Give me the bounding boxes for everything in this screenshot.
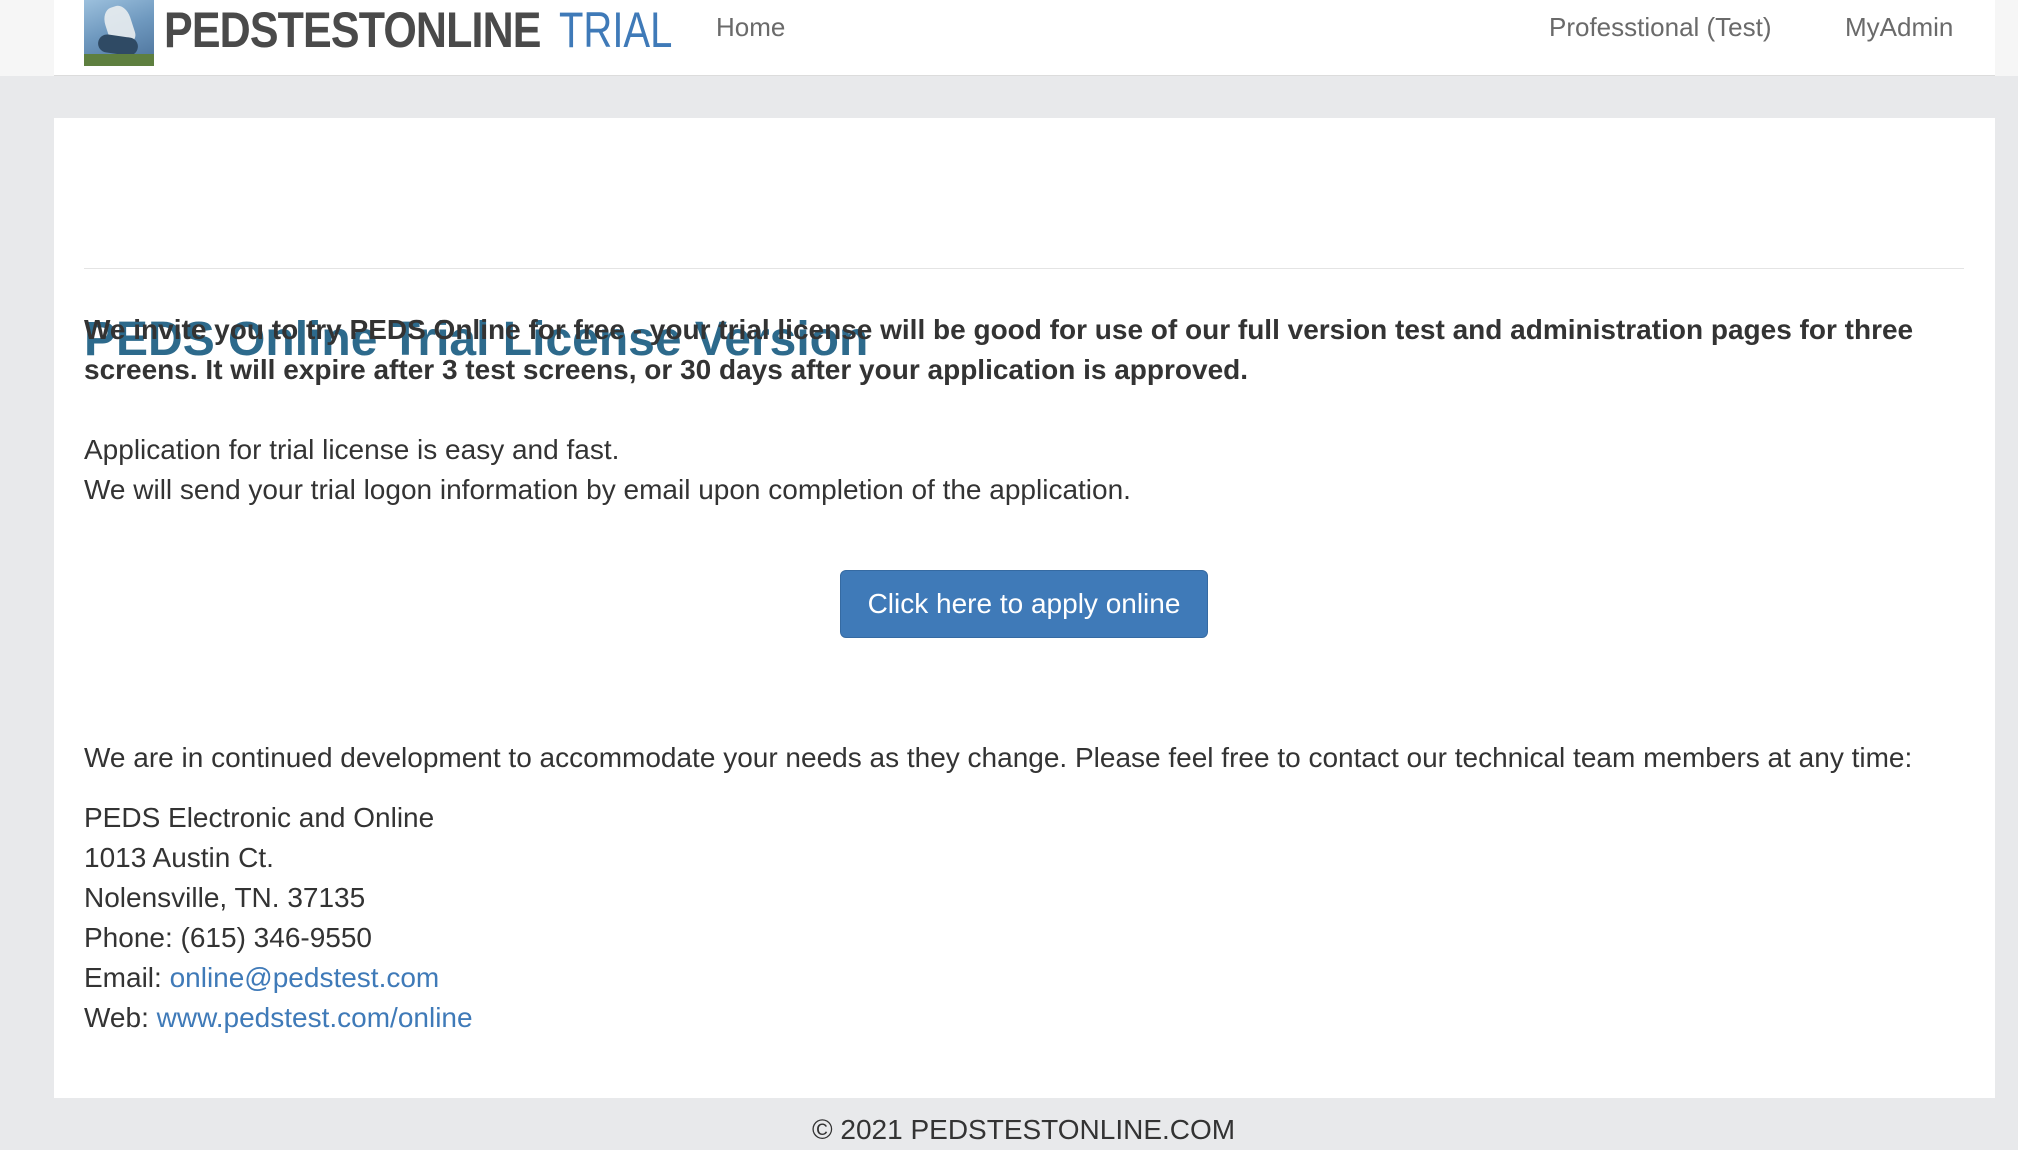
- email-info-text: We will send your trial logon informatio…: [84, 474, 1131, 505]
- intro-text: We invite you to try PEDS Online for fre…: [84, 314, 1914, 385]
- footer-copyright: © 2021 PEDSTESTONLINE.COM: [812, 1114, 1236, 1145]
- contact-email-label: Email:: [84, 962, 170, 993]
- logo-ground: [84, 54, 154, 66]
- brand-trial-label: TRIAL: [559, 2, 673, 58]
- top-navbar: PEDSTESTONLINE TRIAL Home Professtional …: [54, 0, 1995, 76]
- contact-city: Nolensville, TN. 37135: [84, 882, 366, 913]
- contact-org: PEDS Electronic and Online: [84, 802, 435, 833]
- apply-online-button[interactable]: Click here to apply online: [840, 570, 1208, 638]
- brand-logo-image[interactable]: [84, 0, 154, 66]
- page-footer: © 2021 PEDSTESTONLINE.COM: [0, 1110, 2018, 1150]
- contact-web-link[interactable]: www.pedstest.com/online: [157, 1002, 473, 1033]
- title-divider: [84, 268, 1964, 269]
- navbar-left-margin: [0, 0, 54, 76]
- nav-myadmin-link[interactable]: MyAdmin: [1845, 0, 1953, 54]
- contact-email-line: Email: online@pedstest.com: [84, 958, 439, 998]
- brand-name[interactable]: PEDSTESTONLINE: [164, 0, 541, 60]
- contact-web-line: Web: www.pedstest.com/online: [84, 998, 473, 1038]
- contact-web-label: Web:: [84, 1002, 157, 1033]
- nav-professional-link[interactable]: Professtional (Test): [1549, 0, 1772, 54]
- application-easy-text: Application for trial license is easy an…: [84, 434, 620, 465]
- contact-street: 1013 Austin Ct.: [84, 842, 274, 873]
- contact-intro-text: We are in continued development to accom…: [84, 742, 1913, 773]
- contact-phone: Phone: (615) 346-9550: [84, 922, 372, 953]
- navbar-right-margin: [1995, 0, 2018, 76]
- contact-email-link[interactable]: online@pedstest.com: [170, 962, 440, 993]
- nav-home-link[interactable]: Home: [716, 0, 785, 54]
